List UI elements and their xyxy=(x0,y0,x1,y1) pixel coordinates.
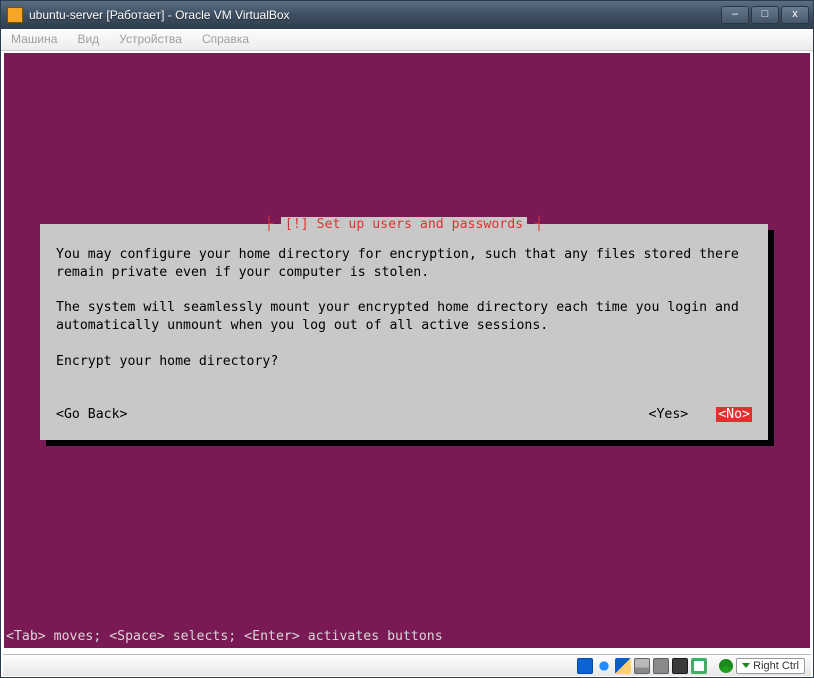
display-icon[interactable] xyxy=(672,658,688,674)
window-title: ubuntu-server [Работает] - Oracle VM Vir… xyxy=(29,8,721,22)
dialog-para1: You may configure your home directory fo… xyxy=(56,247,747,280)
vm-guest-screen[interactable]: ├ [!] Set up users and passwords ┤ You m… xyxy=(4,53,810,648)
window-controls: – □ x xyxy=(721,6,809,24)
optical-drive-icon[interactable] xyxy=(596,658,612,674)
installer-dialog: ├ [!] Set up users and passwords ┤ You m… xyxy=(40,224,768,440)
window-titlebar[interactable]: ubuntu-server [Работает] - Oracle VM Vir… xyxy=(1,1,813,29)
no-button[interactable]: <No> xyxy=(716,407,752,422)
keyboard-hint: <Tab> moves; <Space> selects; <Enter> ac… xyxy=(6,629,443,644)
usb-icon[interactable] xyxy=(615,658,631,674)
menubar: Машина Вид Устройства Справка xyxy=(1,29,813,51)
network-icon[interactable] xyxy=(653,658,669,674)
host-key-indicator[interactable]: Right Ctrl xyxy=(736,658,805,674)
dialog-title: ├ [!] Set up users and passwords ┤ xyxy=(40,217,768,232)
maximize-button[interactable]: □ xyxy=(751,6,779,24)
menu-view[interactable]: Вид xyxy=(67,29,109,50)
shared-folder-icon[interactable] xyxy=(634,658,650,674)
video-capture-icon[interactable] xyxy=(691,658,707,674)
hdd-activity-icon[interactable] xyxy=(577,658,593,674)
virtualbox-window: ubuntu-server [Работает] - Oracle VM Vir… xyxy=(0,0,814,678)
dialog-para2: The system will seamlessly mount your en… xyxy=(56,300,747,333)
menu-help[interactable]: Справка xyxy=(192,29,259,50)
yes-button[interactable]: <Yes> xyxy=(649,407,689,422)
menu-machine[interactable]: Машина xyxy=(1,29,67,50)
dialog-question: Encrypt your home directory? xyxy=(56,354,278,369)
guest-additions-icon[interactable] xyxy=(719,659,733,673)
vm-statusbar: Right Ctrl xyxy=(3,654,811,676)
arrow-down-icon xyxy=(742,663,750,668)
menu-devices[interactable]: Устройства xyxy=(109,29,192,50)
go-back-button[interactable]: <Go Back> xyxy=(56,407,127,422)
close-button[interactable]: x xyxy=(781,6,809,24)
host-key-label: Right Ctrl xyxy=(753,660,799,672)
dialog-buttons: <Go Back> <Yes> <No> xyxy=(56,407,752,422)
virtualbox-icon xyxy=(7,7,23,23)
dialog-body: You may configure your home directory fo… xyxy=(56,246,752,371)
minimize-button[interactable]: – xyxy=(721,6,749,24)
